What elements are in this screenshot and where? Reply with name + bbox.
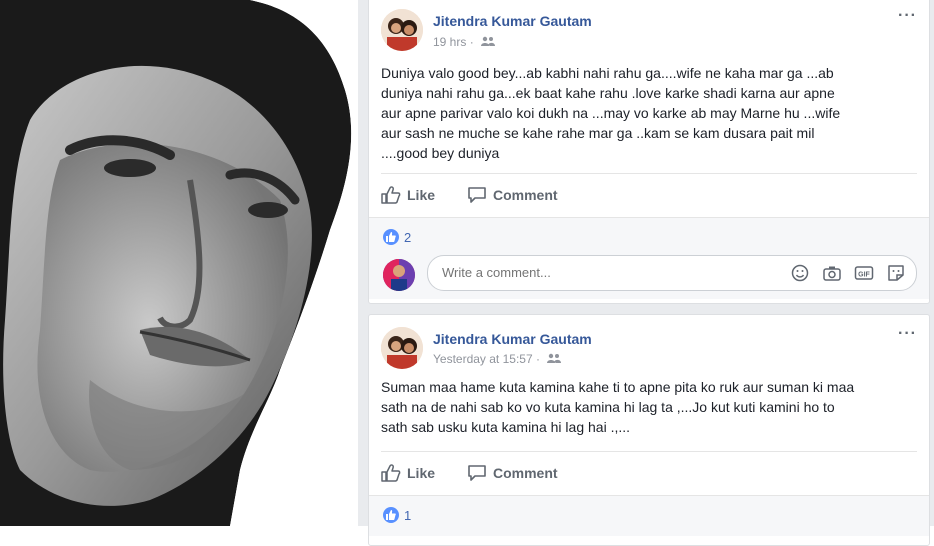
like-thumb-icon: [381, 464, 401, 482]
comment-label: Comment: [493, 187, 558, 203]
sticker-icon[interactable]: [886, 264, 906, 282]
post-text-line: duniya nahi rahu ga...ek baat kahe rahu …: [381, 85, 835, 101]
post-text: Duniya valo good bey...ab kabhi nahi rah…: [381, 63, 911, 163]
post-text-line: sath na de nahi sab ko vo kuta kamina hi…: [381, 399, 835, 415]
audience-friends-icon[interactable]: [547, 353, 562, 367]
post-actions: Like Comment: [381, 173, 917, 218]
gif-icon[interactable]: GIF: [854, 264, 874, 282]
post-timestamp[interactable]: 19 hrs ·: [433, 35, 496, 50]
post-text-line: ....good bey duniya: [381, 145, 500, 161]
like-count: 1: [404, 507, 412, 523]
comment-composer: GIF: [369, 249, 929, 299]
comment-bubble-icon: [467, 464, 487, 482]
post-time[interactable]: Yesterday at 15:57: [433, 352, 533, 366]
post-card: Jitendra Kumar Gautam 19 hrs · ··· Duniy…: [368, 0, 930, 304]
audience-friends-icon[interactable]: [481, 36, 496, 50]
author-avatar[interactable]: [381, 327, 423, 369]
post-text-line: Suman maa hame kuta kamina kahe ti to ap…: [381, 379, 855, 395]
like-label: Like: [407, 465, 436, 481]
comment-label: Comment: [493, 465, 558, 481]
more-options-icon[interactable]: ···: [898, 7, 917, 25]
post-text-line: aur apne parivar valo koi dukh na ...may…: [381, 105, 841, 121]
camera-icon[interactable]: [822, 264, 842, 282]
comment-input[interactable]: [440, 264, 744, 281]
reaction-count[interactable]: 1: [383, 507, 411, 523]
like-reaction-icon: [383, 229, 399, 245]
emoji-icon[interactable]: [790, 264, 810, 282]
author-avatar[interactable]: [381, 9, 423, 51]
meta-separator: ·: [469, 35, 474, 49]
post-card: Jitendra Kumar Gautam Yesterday at 15:57…: [368, 314, 930, 546]
comment-button[interactable]: Comment: [467, 186, 558, 204]
comment-bubble-icon: [467, 186, 487, 204]
reaction-count[interactable]: 2: [383, 229, 411, 245]
profile-photo: [0, 0, 360, 526]
more-options-icon[interactable]: ···: [898, 325, 917, 343]
like-label: Like: [407, 187, 436, 203]
post-actions: Like Comment: [381, 451, 917, 496]
post-time[interactable]: 19 hrs: [433, 35, 466, 49]
author-name[interactable]: Jitendra Kumar Gautam: [433, 13, 592, 29]
post-text: Suman maa hame kuta kamina kahe ti to ap…: [381, 377, 911, 437]
comment-button[interactable]: Comment: [467, 464, 558, 482]
like-count: 2: [404, 229, 412, 245]
like-reaction-icon: [383, 507, 399, 523]
meta-separator: ·: [535, 352, 540, 366]
post-text-line: aur sash ne muche se kahe rahe mar ga ..…: [381, 125, 815, 141]
svg-text:GIF: GIF: [858, 272, 870, 279]
author-name[interactable]: Jitendra Kumar Gautam: [433, 331, 592, 347]
post-timestamp[interactable]: Yesterday at 15:57 ·: [433, 352, 562, 367]
reactions-bar: 1: [369, 495, 929, 536]
like-button[interactable]: Like: [381, 186, 435, 204]
post-text-line: sath sab usku kuta kamina hi lag hai .,.…: [381, 419, 631, 435]
news-feed: Jitendra Kumar Gautam 19 hrs · ··· Duniy…: [358, 0, 934, 546]
like-button[interactable]: Like: [381, 464, 435, 482]
comment-input-box[interactable]: GIF: [427, 255, 917, 291]
viewer-avatar[interactable]: [383, 259, 415, 291]
post-text-line: Duniya valo good bey...ab kabhi nahi rah…: [381, 65, 834, 81]
like-thumb-icon: [381, 186, 401, 204]
